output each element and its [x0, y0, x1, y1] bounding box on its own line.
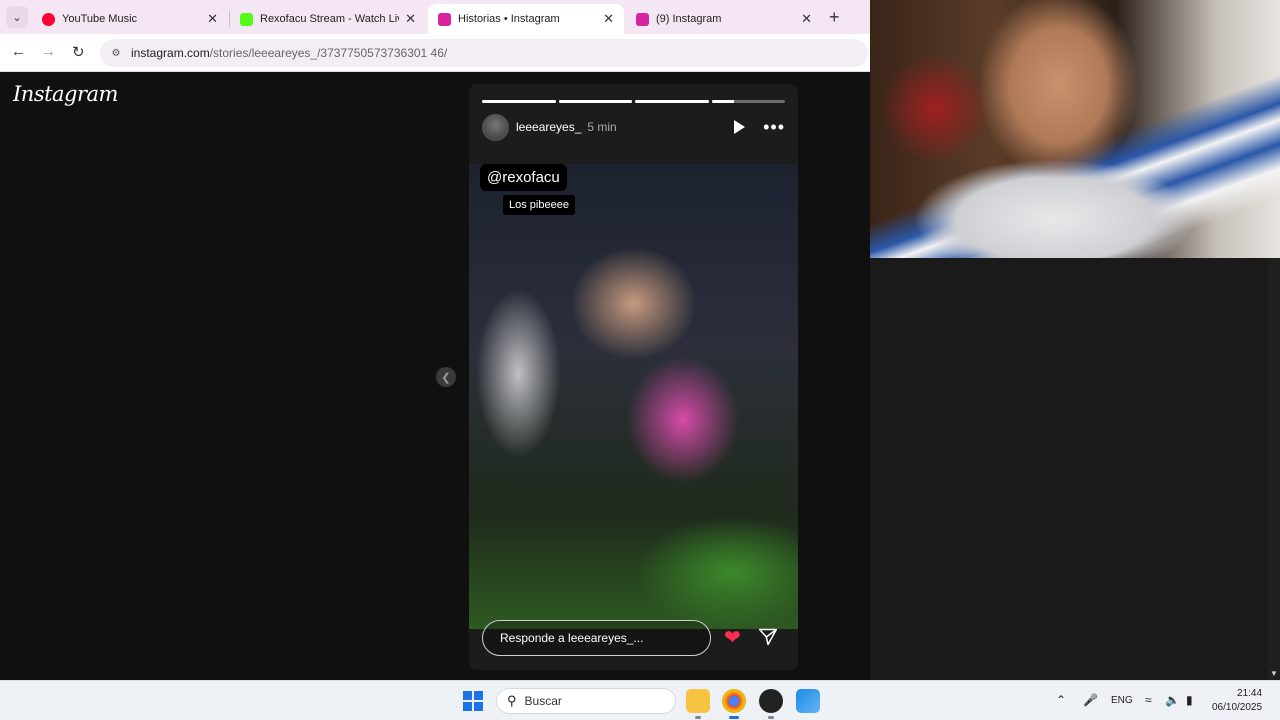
site-info-icon[interactable]: ⚙: [108, 45, 124, 61]
browser-toolbar: ← → ↻ ⚙ instagram.com/stories/leeeareyes…: [0, 34, 870, 72]
obs-icon[interactable]: [759, 689, 783, 719]
close-tab-icon[interactable]: ✕: [207, 11, 218, 27]
play-icon[interactable]: [734, 120, 746, 134]
more-options-icon[interactable]: •••: [763, 118, 785, 136]
progress-segment: [711, 100, 785, 103]
tab-historias-instagram[interactable]: Historias • Instagram ✕: [428, 4, 624, 34]
send-icon[interactable]: [758, 627, 778, 647]
instagram-favicon-icon: [636, 12, 649, 26]
story-header: leeeareyes_ 5 min •••: [482, 113, 785, 141]
scrollbar[interactable]: ▼: [1268, 258, 1280, 680]
instagram-logo[interactable]: Instagram: [13, 82, 118, 106]
chrome-icon[interactable]: [722, 689, 746, 719]
wifi-icon[interactable]: ≈: [1145, 693, 1152, 707]
story-timestamp: 5 min: [587, 120, 617, 134]
tab-title: Rexofacu Stream - Watch Live o: [260, 13, 399, 25]
reload-icon[interactable]: ↻: [72, 43, 85, 61]
story-viewer: leeeareyes_ 5 min ••• @rexofacu Los pibe…: [469, 84, 798, 670]
webcam-overlay: [870, 0, 1280, 258]
browser-tab-strip: ⌄ YouTube Music ✕ Rexofacu Stream - Watc…: [0, 0, 870, 34]
instagram-stories-page: Instagram ❮ leeeareyes_ 5 min ••• @rexof…: [0, 72, 870, 680]
close-tab-icon[interactable]: ✕: [603, 11, 614, 27]
search-label: Buscar: [524, 694, 562, 708]
progress-segment: [482, 100, 556, 103]
close-tab-icon[interactable]: ✕: [405, 11, 416, 27]
progress-segment: [558, 100, 632, 103]
reply-input[interactable]: Responde a leeeareyes_...: [482, 620, 711, 656]
search-icon: ⚲: [507, 693, 517, 708]
language-indicator[interactable]: ENG: [1111, 695, 1133, 706]
system-clock[interactable]: 21:44 06/10/2025: [1212, 687, 1262, 715]
close-tab-icon[interactable]: ✕: [801, 11, 812, 27]
taskbar-search[interactable]: ⚲ Buscar: [496, 688, 676, 714]
forward-arrow-icon[interactable]: →: [41, 43, 56, 60]
heart-icon[interactable]: ❤: [724, 628, 741, 648]
tab-rexofacu-stream[interactable]: Rexofacu Stream - Watch Live o ✕: [230, 4, 426, 34]
tab-search-chevron-icon[interactable]: ⌄: [6, 6, 28, 28]
url-path: /stories/leeeareyes_/3737750573736301 46…: [209, 46, 448, 60]
tab-title: Historias • Instagram: [458, 13, 560, 25]
tab-title: YouTube Music: [62, 13, 138, 25]
tab-youtube-music[interactable]: YouTube Music ✕: [32, 4, 228, 34]
app-icon[interactable]: [796, 689, 820, 713]
tab-instagram[interactable]: (9) Instagram ✕: [626, 4, 822, 34]
text-sticker: Los pibeeee: [503, 195, 575, 215]
tab-title: (9) Instagram: [656, 13, 722, 25]
new-tab-plus-icon[interactable]: +: [829, 7, 840, 28]
kick-favicon-icon: [240, 12, 253, 26]
battery-icon[interactable]: ▮: [1186, 693, 1193, 707]
tray-chevron-icon[interactable]: ⌃: [1056, 693, 1066, 707]
progress-segment: [635, 100, 709, 103]
clock-time: 21:44: [1237, 688, 1263, 699]
windows-start-icon[interactable]: [463, 691, 483, 711]
avatar[interactable]: [482, 113, 509, 141]
volume-icon[interactable]: 🔈: [1165, 693, 1180, 707]
scroll-down-icon[interactable]: ▼: [1270, 669, 1278, 678]
story-photo[interactable]: [469, 164, 798, 629]
back-arrow-icon[interactable]: ←: [11, 43, 26, 60]
youtube-music-favicon-icon: [42, 12, 55, 26]
windows-taskbar: ⚲ Buscar ⌃ 🎤 ENG ≈ 🔈 ▮ 21:44 06/10/2025: [0, 680, 1280, 720]
mention-sticker[interactable]: @rexofacu: [480, 164, 567, 191]
file-explorer-icon[interactable]: [686, 689, 710, 719]
instagram-favicon-icon: [438, 12, 451, 26]
url-host: instagram.com: [131, 46, 210, 60]
story-progress-bar: [482, 100, 785, 103]
story-username[interactable]: leeeareyes_: [516, 120, 581, 134]
address-bar[interactable]: ⚙ instagram.com/stories/leeeareyes_/3737…: [100, 39, 868, 67]
previous-story-chevron-icon[interactable]: ❮: [436, 367, 456, 387]
microphone-icon[interactable]: 🎤: [1083, 693, 1098, 707]
clock-date: 06/10/2025: [1212, 702, 1263, 713]
